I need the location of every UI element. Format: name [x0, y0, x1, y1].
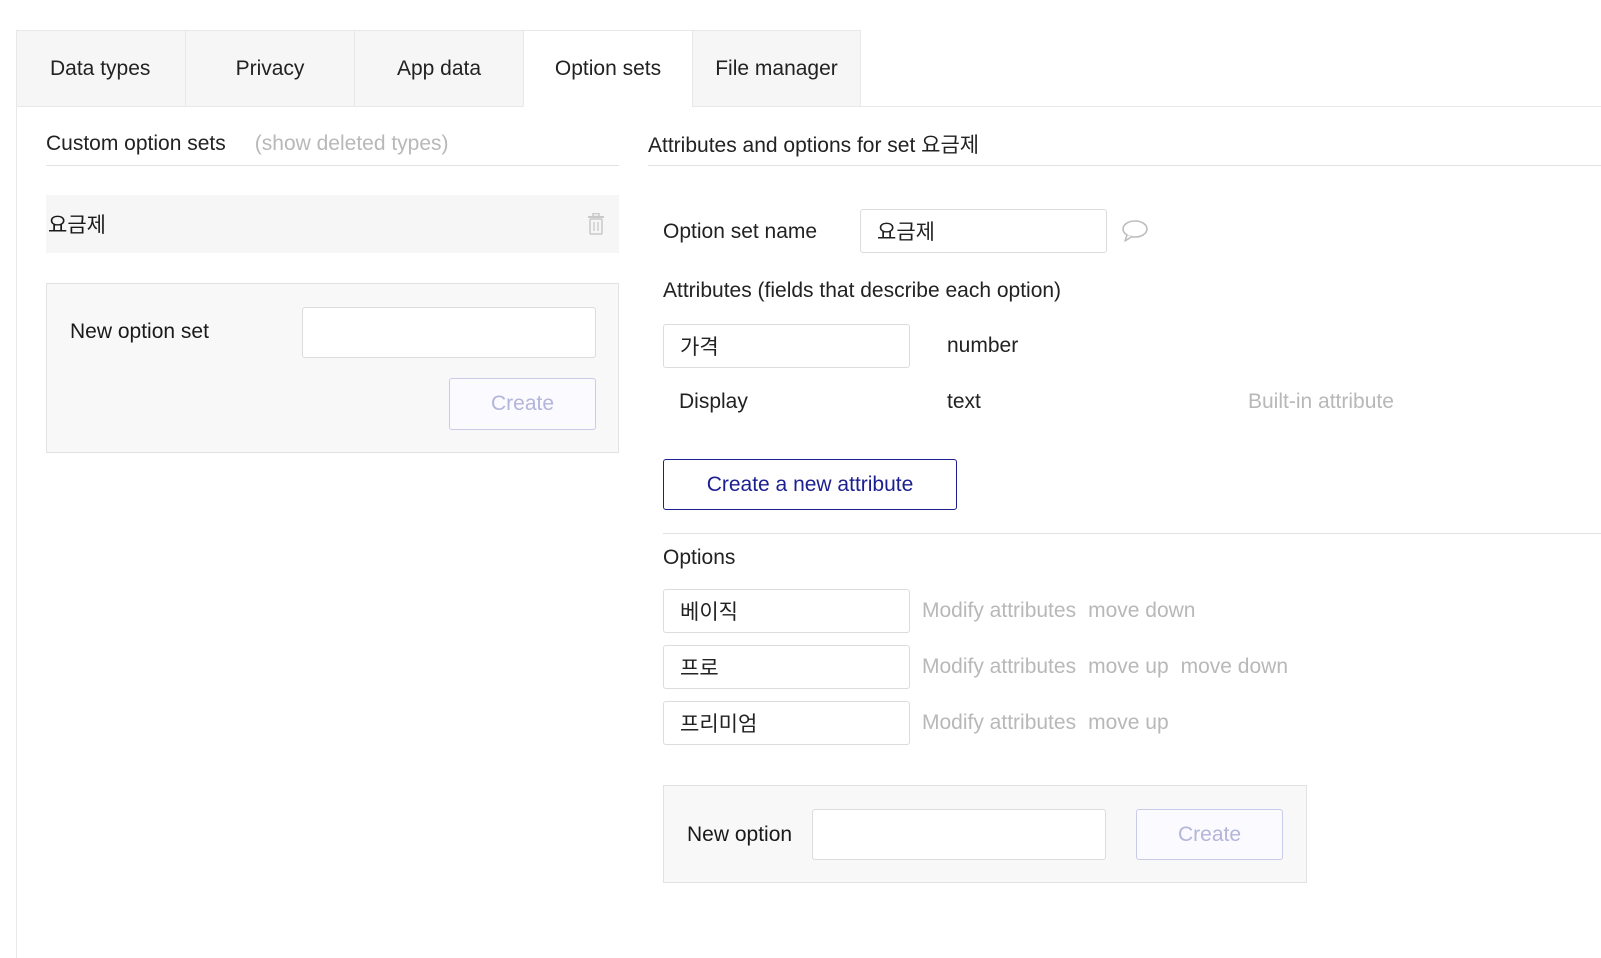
- panel-border: [16, 107, 17, 958]
- move-down-link[interactable]: move down: [1088, 599, 1195, 623]
- option-name-value: 프리미엄: [680, 713, 758, 736]
- modify-attributes-link[interactable]: Modify attributes: [922, 711, 1076, 735]
- section-divider: [663, 533, 1601, 534]
- custom-option-sets-header: Custom option sets (show deleted types): [46, 122, 619, 166]
- create-new-attribute-button[interactable]: Create a new attribute: [663, 459, 957, 510]
- option-set-item[interactable]: 요금제: [46, 195, 619, 253]
- tab-file-manager[interactable]: File manager: [692, 30, 861, 107]
- new-option-input[interactable]: [812, 809, 1106, 860]
- option-row: 프로 Modify attributes move up move down: [663, 645, 1300, 689]
- attributes-options-header: Attributes and options for set 요금제: [648, 122, 1601, 166]
- option-set-name-value: 요금제: [877, 221, 935, 244]
- new-option-panel: New option Create: [663, 785, 1307, 883]
- option-row: 프리미엄 Modify attributes move up: [663, 701, 1181, 745]
- move-down-link[interactable]: move down: [1181, 655, 1288, 679]
- attribute-name-display: Display: [679, 390, 748, 413]
- option-name-field[interactable]: 베이직: [663, 589, 910, 633]
- tab-option-sets[interactable]: Option sets: [523, 30, 692, 107]
- option-set-name-label: Option set name: [663, 220, 818, 243]
- create-option-button[interactable]: Create: [1136, 809, 1283, 860]
- comment-icon[interactable]: [1121, 219, 1149, 243]
- tab-data-types[interactable]: Data types: [16, 30, 185, 107]
- tab-bar: Data types Privacy App data Option sets …: [16, 30, 861, 107]
- new-option-set-label: New option set: [70, 320, 209, 343]
- attribute-name-value: 가격: [680, 336, 719, 359]
- attribute-name-field[interactable]: 가격: [663, 324, 910, 368]
- option-row: 베이직 Modify attributes move down: [663, 589, 1207, 633]
- move-up-link[interactable]: move up: [1088, 711, 1169, 735]
- tab-privacy[interactable]: Privacy: [185, 30, 354, 107]
- options-label: Options: [663, 546, 736, 569]
- show-deleted-types-link[interactable]: (show deleted types): [255, 132, 449, 156]
- new-option-set-panel: New option set Create: [46, 283, 619, 453]
- attributes-label: Attributes (fields that describe each op…: [663, 279, 1062, 302]
- tab-app-data[interactable]: App data: [354, 30, 523, 107]
- create-option-set-button[interactable]: Create: [449, 378, 596, 430]
- new-option-set-input[interactable]: [302, 307, 596, 358]
- option-name-value: 프로: [680, 657, 719, 680]
- modify-attributes-link[interactable]: Modify attributes: [922, 655, 1076, 679]
- trash-icon[interactable]: [587, 213, 605, 235]
- attribute-type: number: [947, 334, 1019, 357]
- built-in-attribute-note: Built-in attribute: [1248, 390, 1394, 413]
- new-option-label: New option: [687, 823, 793, 846]
- option-name-field[interactable]: 프로: [663, 645, 910, 689]
- option-name-value: 베이직: [680, 601, 738, 624]
- option-name-field[interactable]: 프리미엄: [663, 701, 910, 745]
- custom-option-sets-title: Custom option sets: [46, 131, 226, 155]
- tab-divider: [860, 106, 1601, 107]
- move-up-link[interactable]: move up: [1088, 655, 1169, 679]
- option-set-name-field[interactable]: 요금제: [860, 209, 1107, 253]
- modify-attributes-link[interactable]: Modify attributes: [922, 599, 1076, 623]
- attribute-type-display: text: [947, 390, 981, 413]
- option-set-item-label: 요금제: [48, 214, 106, 237]
